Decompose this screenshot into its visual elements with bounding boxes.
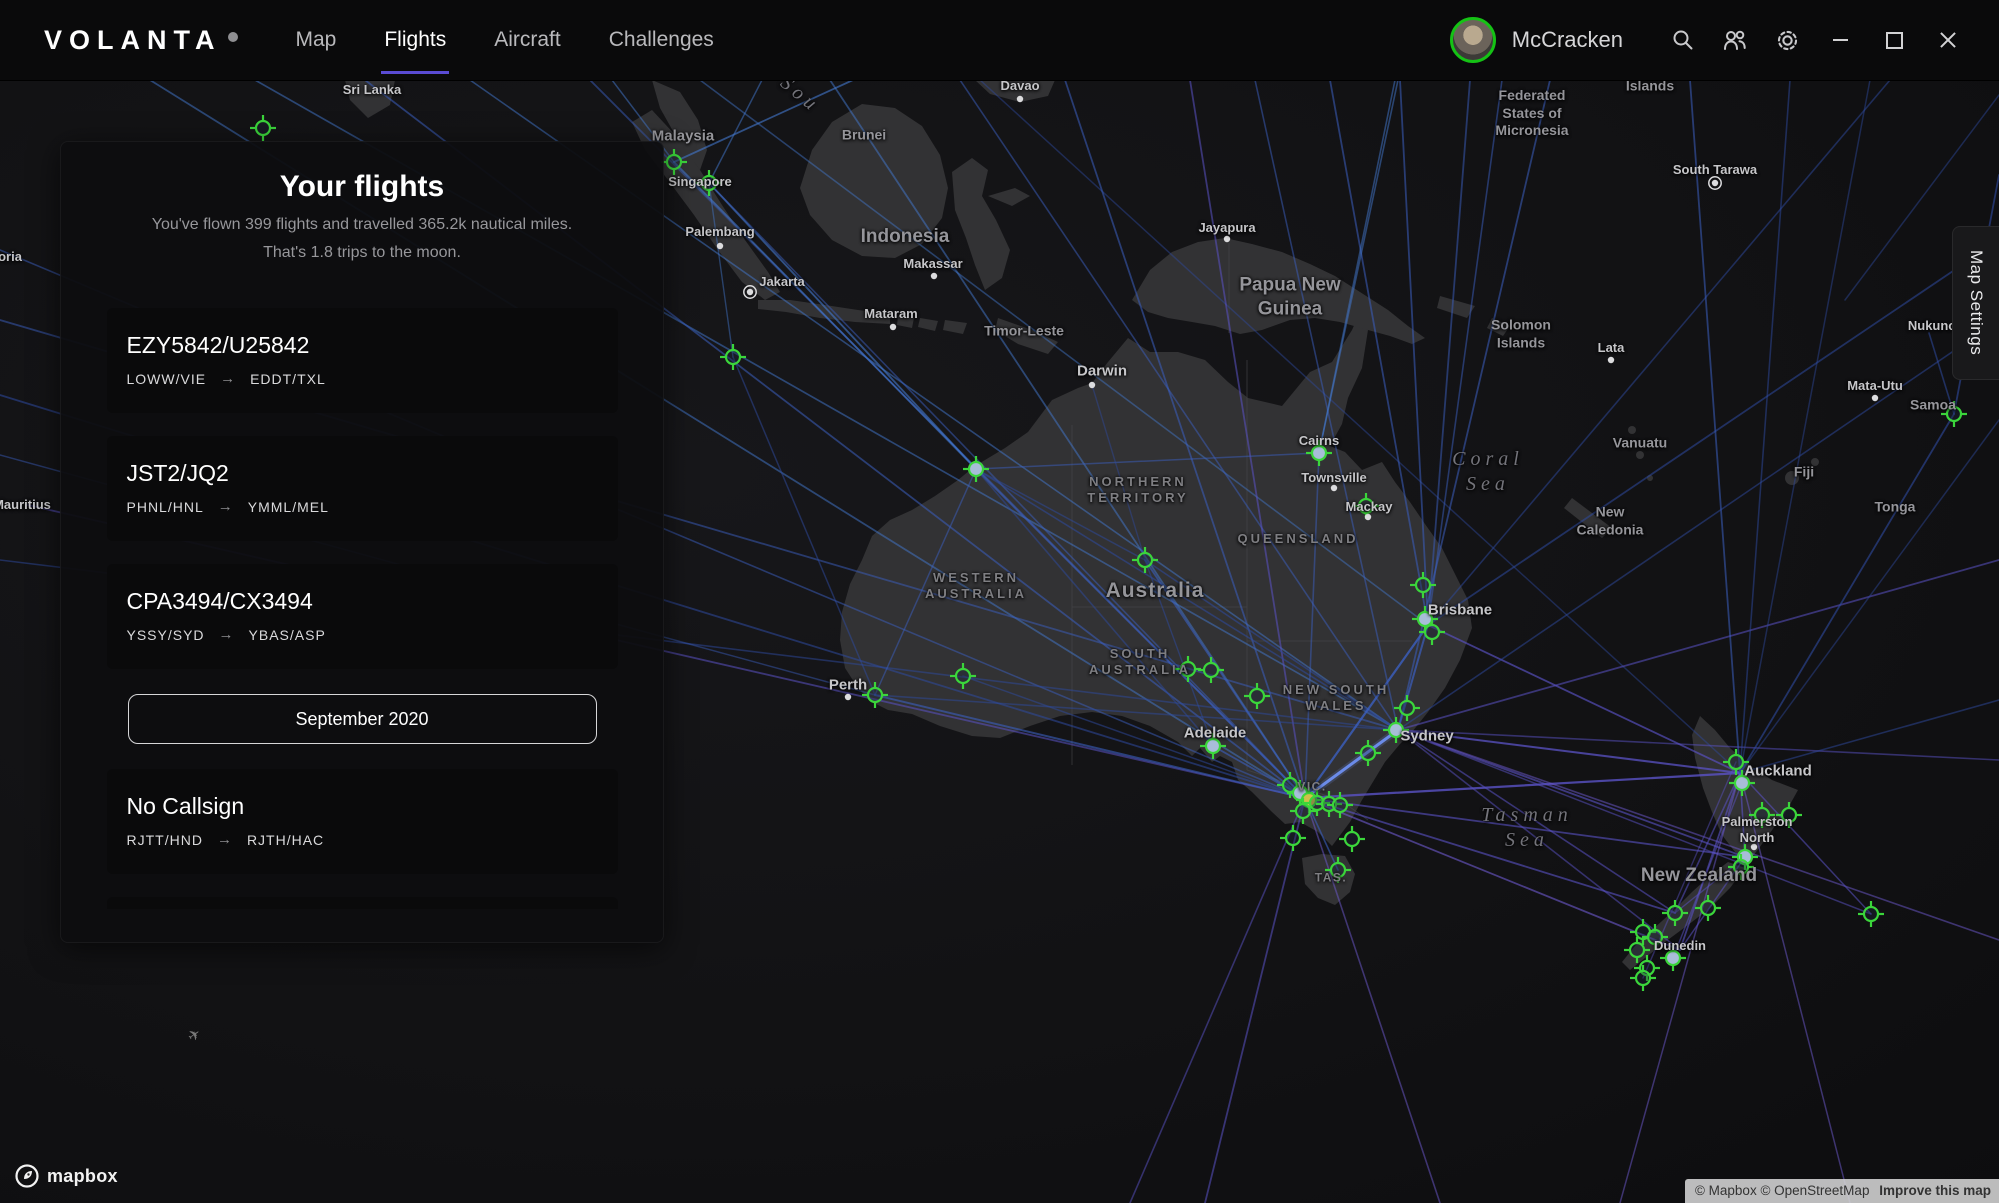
- close-button[interactable]: [1921, 14, 1975, 66]
- landmass-new-guinea: [1132, 238, 1425, 344]
- landmass-sulawesi: [952, 158, 1010, 290]
- departure-code: RJTT/HND: [127, 832, 203, 848]
- month-divider-button[interactable]: September 2020: [128, 694, 597, 744]
- landmass-mindanao: [975, 80, 1055, 102]
- arrival-code: RJTH/HAC: [247, 832, 324, 848]
- flight-route: LOWW/VIE → EDDT/TXL: [127, 370, 598, 387]
- flight-callsign: CPA3494/CX3494: [127, 588, 598, 615]
- airport-marker[interactable]: [250, 115, 276, 141]
- landmass-australia: [840, 312, 1472, 846]
- arrival-code: EDDT/TXL: [250, 371, 326, 387]
- panel-subtitle-1: You've flown 399 flights and travelled 3…: [61, 216, 663, 234]
- nav-tab-challenges[interactable]: Challenges: [609, 0, 714, 80]
- flight-callsign: No Callsign: [127, 793, 598, 820]
- panel-title: Your flights: [61, 170, 663, 204]
- flight-list: EZY5842/U25842 LOWW/VIE → EDDT/TXL JST2/JQ2 P…: [61, 308, 663, 909]
- username[interactable]: McCracken: [1512, 27, 1623, 53]
- avatar[interactable]: [1450, 17, 1496, 63]
- departure-code: LOWW/VIE: [127, 371, 207, 387]
- airport-marker[interactable]: [720, 344, 746, 370]
- attribution-text[interactable]: © Mapbox © OpenStreetMap: [1695, 1183, 1869, 1198]
- landmass-java: [758, 300, 890, 324]
- your-flights-panel: Your flights You've flown 399 flights an…: [60, 141, 664, 943]
- search-icon[interactable]: [1657, 14, 1709, 66]
- map-attribution: © Mapbox © OpenStreetMap Improve this ma…: [1685, 1179, 1999, 1203]
- departure-code: PHNL/HNL: [127, 499, 204, 515]
- nav-tab-aircraft[interactable]: Aircraft: [494, 0, 561, 80]
- arrival-code: YMML/MEL: [248, 499, 329, 515]
- app-logo: VOLANTA: [44, 25, 222, 56]
- flight-card[interactable]: EZY5842/U25842 LOWW/VIE → EDDT/TXL: [107, 308, 618, 413]
- airport-marker[interactable]: [1660, 945, 1686, 971]
- flight-card[interactable]: No Callsign RJTT/HND → RJTH/HAC: [107, 769, 618, 874]
- gear-icon[interactable]: [1761, 14, 1813, 66]
- arrow-icon: →: [217, 831, 233, 848]
- arrow-icon: →: [220, 370, 236, 387]
- flight-card[interactable]: CPA3494/CX3494 YSSY/SYD → YBAS/ASP: [107, 564, 618, 669]
- nav-tab-map[interactable]: Map: [296, 0, 337, 80]
- mapbox-wordmark: mapbox: [47, 1166, 118, 1187]
- flight-route: PHNL/HNL → YMML/MEL: [127, 498, 598, 515]
- flight-route: RJTT/HND → RJTH/HAC: [127, 831, 598, 848]
- airport-marker[interactable]: [1941, 401, 1967, 427]
- next-card-peek: [107, 897, 618, 909]
- mapbox-logo[interactable]: mapbox: [14, 1163, 118, 1189]
- flight-callsign: JST2/JQ2: [127, 460, 598, 487]
- improve-map-link[interactable]: Improve this map: [1879, 1183, 1991, 1198]
- mapbox-icon: [14, 1163, 40, 1189]
- map-settings-label: Map Settings: [1966, 250, 1986, 355]
- landmass-borneo: [800, 104, 948, 258]
- arrow-icon: →: [218, 498, 234, 515]
- title-bar: VOLANTA Map Flights Aircraft Challenges McC…: [0, 0, 1999, 81]
- departure-code: YSSY/SYD: [127, 627, 205, 643]
- arrow-icon: →: [219, 626, 235, 643]
- minimize-button[interactable]: [1813, 14, 1867, 66]
- landmass-timor: [995, 318, 1058, 354]
- nav-tab-flights[interactable]: Flights: [384, 0, 446, 80]
- flight-callsign: EZY5842/U25842: [127, 332, 598, 359]
- main-nav: Map Flights Aircraft Challenges: [296, 0, 714, 80]
- logo-dot-icon: [228, 32, 238, 42]
- flight-card[interactable]: JST2/JQ2 PHNL/HNL → YMML/MEL: [107, 436, 618, 541]
- panel-subtitle-2: That's 1.8 trips to the moon.: [61, 244, 663, 262]
- flight-route: YSSY/SYD → YBAS/ASP: [127, 626, 598, 643]
- arrival-code: YBAS/ASP: [249, 627, 326, 643]
- maximize-button[interactable]: [1867, 14, 1921, 66]
- friends-icon[interactable]: [1709, 14, 1761, 66]
- landmass-tasmania: [1302, 854, 1355, 905]
- map-settings-tab[interactable]: Map Settings: [1952, 226, 1999, 380]
- landmass-sri-lanka: [345, 80, 395, 118]
